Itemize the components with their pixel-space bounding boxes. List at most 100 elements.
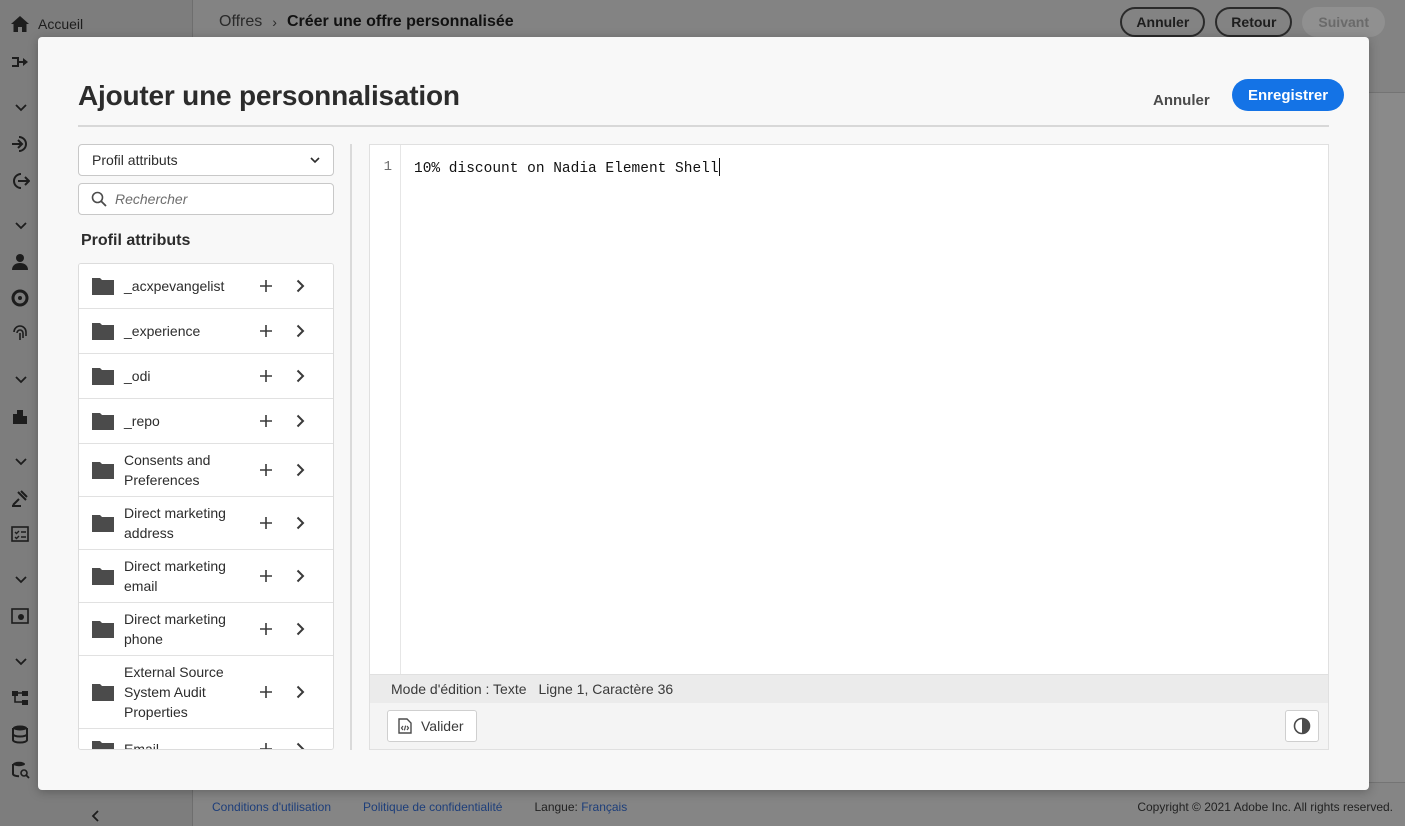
tree-item[interactable]: Direct marketing email (79, 550, 333, 603)
tree-item[interactable]: _odi (79, 354, 333, 399)
theme-toggle-button[interactable] (1285, 710, 1319, 742)
add-icon[interactable] (259, 685, 273, 699)
checklist-icon[interactable] (10, 524, 30, 544)
tree-item-label: External Source System Audit Properties (124, 664, 224, 720)
tree-item[interactable]: _experience (79, 309, 333, 354)
segment-icon[interactable] (10, 288, 30, 308)
chevron-right-icon[interactable] (293, 569, 307, 583)
chevron-right-icon[interactable] (293, 516, 307, 530)
validate-button[interactable]: Valider (387, 710, 477, 742)
header-cancel-button[interactable]: Annuler (1120, 7, 1206, 37)
chevron-right-icon[interactable] (293, 324, 307, 338)
code-area[interactable]: 10% discount on Nadia Element Shell (414, 158, 720, 177)
dialog-cancel-button[interactable]: Annuler (1138, 84, 1225, 116)
collapse-sidebar-icon[interactable] (88, 808, 104, 824)
breadcrumb: Offres › Créer une offre personnalisée (219, 13, 514, 31)
dialog-divider (78, 125, 1329, 127)
chevron-down-icon[interactable] (14, 572, 28, 586)
folder-icon (92, 740, 114, 749)
text-caret (718, 158, 720, 176)
add-icon[interactable] (259, 622, 273, 636)
add-icon[interactable] (259, 414, 273, 428)
tree-item-label: Direct marketing address (124, 505, 226, 541)
language-selector: Langue: Français (534, 800, 627, 814)
add-icon[interactable] (259, 369, 273, 383)
editor-footer: Valider (370, 703, 1328, 749)
contrast-icon (1293, 717, 1311, 735)
fingerprint-icon[interactable] (10, 324, 30, 344)
chevron-right-icon[interactable] (293, 414, 307, 428)
tree-item[interactable]: Email (79, 729, 333, 751)
chevron-right-icon[interactable] (293, 742, 307, 751)
folder-icon (92, 684, 114, 701)
chevron-down-icon[interactable] (14, 100, 28, 114)
tree-item-label: _odi (124, 368, 151, 384)
search-input[interactable] (115, 191, 315, 207)
search-icon (91, 191, 107, 207)
tree-item[interactable]: Direct marketing address (79, 497, 333, 550)
tree-item-label: _repo (124, 413, 160, 429)
chevron-right-icon[interactable] (293, 685, 307, 699)
panel-splitter[interactable] (350, 144, 352, 750)
chevron-down-icon[interactable] (14, 454, 28, 468)
chevron-right-icon: › (272, 14, 277, 30)
folder-icon (92, 568, 114, 585)
sign-in-icon[interactable] (10, 134, 30, 154)
section-heading: Profil attributs (81, 232, 191, 249)
add-icon[interactable] (259, 463, 273, 477)
add-icon[interactable] (259, 324, 273, 338)
tree-item-label: Consents and Preferences (124, 452, 211, 488)
tree-item[interactable]: Consents and Preferences (79, 444, 333, 497)
terms-link[interactable]: Conditions d'utilisation (212, 800, 331, 814)
database-search-icon[interactable] (10, 760, 30, 780)
header-back-button[interactable]: Retour (1215, 7, 1293, 37)
attribute-tree: _acxpevangelist _experience _odi _repo Conse… (78, 263, 334, 750)
chevron-down-icon[interactable] (14, 654, 28, 668)
breadcrumb-offers[interactable]: Offres (219, 13, 262, 31)
code-text: 10% discount on Nadia Element Shell (414, 161, 719, 177)
add-icon[interactable] (259, 279, 273, 293)
source-select[interactable]: Profil attributs (78, 144, 334, 176)
header-next-button[interactable]: Suivant (1302, 7, 1385, 37)
folder-icon (92, 278, 114, 295)
folder-icon (92, 413, 114, 430)
tree-item-label: _acxpevangelist (124, 278, 225, 294)
chevron-right-icon[interactable] (293, 463, 307, 477)
settings-icon[interactable] (10, 606, 30, 626)
language-link[interactable]: Français (581, 800, 627, 814)
chevron-right-icon[interactable] (293, 369, 307, 383)
chevron-right-icon[interactable] (293, 279, 307, 293)
header-actions: Annuler Retour Suivant (1120, 7, 1385, 37)
dialog-title: Ajouter une personnalisation (78, 80, 460, 111)
add-icon[interactable] (259, 516, 273, 530)
privacy-link[interactable]: Politique de confidentialité (363, 800, 502, 814)
tree-item[interactable]: Direct marketing phone (79, 603, 333, 656)
chevron-down-icon[interactable] (14, 218, 28, 232)
add-icon[interactable] (259, 742, 273, 751)
line-gutter: 1 (370, 145, 401, 674)
language-label: Langue: (534, 800, 578, 814)
chevron-down-icon[interactable] (14, 372, 28, 386)
chevron-right-icon[interactable] (293, 622, 307, 636)
building-icon[interactable] (10, 406, 30, 426)
dialog-save-button[interactable]: Enregistrer (1232, 79, 1345, 111)
tree-item[interactable]: External Source System Audit Properties (79, 656, 333, 729)
journey-icon[interactable] (10, 52, 30, 72)
user-icon[interactable] (10, 252, 30, 272)
nav-home[interactable]: Accueil (10, 14, 83, 34)
folder-icon (92, 323, 114, 340)
attributes-panel: Profil attributs Profil attributs _acxpe… (78, 144, 334, 750)
hierarchy-icon[interactable] (10, 688, 30, 708)
decisioning-icon[interactable] (10, 488, 30, 508)
add-icon[interactable] (259, 569, 273, 583)
personalization-dialog: Ajouter une personnalisation Annuler Enr… (38, 37, 1369, 790)
tree-item[interactable]: _repo (79, 399, 333, 444)
code-file-icon (398, 718, 412, 734)
database-icon[interactable] (10, 724, 30, 744)
tree-item-label: _experience (124, 323, 201, 339)
footer-links: Conditions d'utilisation Politique de co… (212, 800, 627, 814)
edit-mode: Mode d'édition : Texte (391, 681, 527, 697)
tree-item[interactable]: _acxpevangelist (79, 264, 333, 309)
sign-out-icon[interactable] (10, 171, 30, 191)
folder-icon (92, 621, 114, 638)
